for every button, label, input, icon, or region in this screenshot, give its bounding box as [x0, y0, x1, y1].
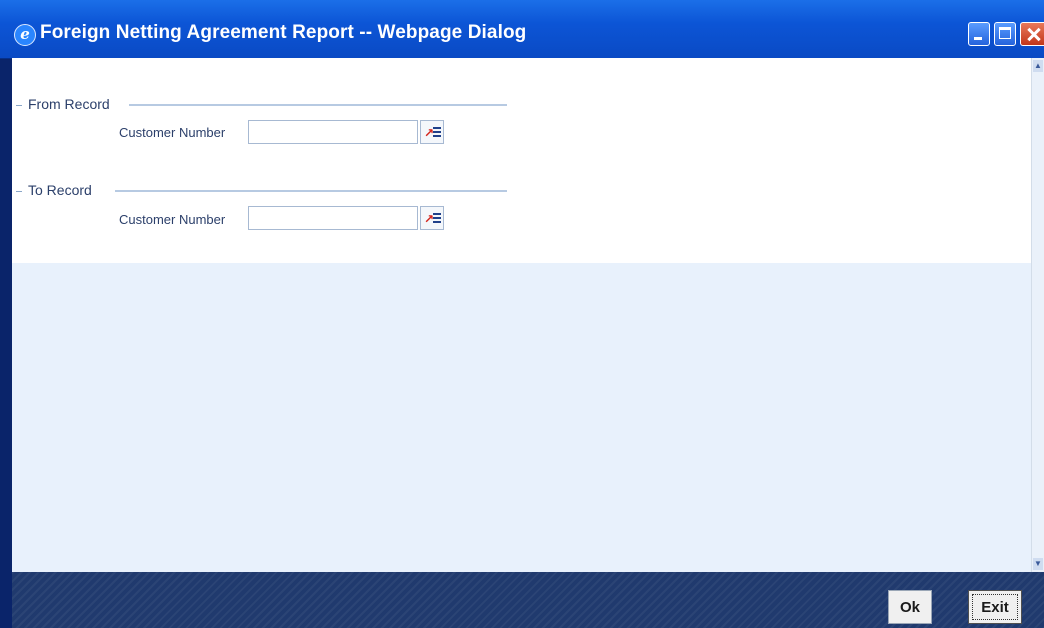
- exit-button[interactable]: Exit: [968, 590, 1022, 624]
- dialog-window: e Foreign Netting Agreement Report -- We…: [0, 0, 1044, 628]
- form-area: From Record Customer Number ↗ To Record …: [12, 58, 1032, 263]
- to-customer-number-input[interactable]: [248, 206, 418, 230]
- section-dash: [16, 105, 22, 106]
- to-customer-lov-button[interactable]: ↗: [420, 206, 444, 230]
- minimize-button[interactable]: [968, 22, 990, 46]
- from-record-title: From Record: [28, 96, 110, 112]
- section-dash: [16, 191, 22, 192]
- dialog-footer: Ok Exit: [12, 572, 1044, 628]
- scroll-down-icon[interactable]: ▼: [1033, 558, 1043, 570]
- close-button[interactable]: [1020, 22, 1044, 46]
- list-icon: [433, 213, 441, 224]
- to-customer-number-label: Customer Number: [119, 212, 226, 227]
- scroll-up-icon[interactable]: ▲: [1033, 60, 1043, 72]
- from-customer-number-label: Customer Number: [119, 125, 226, 140]
- dialog-content: From Record Customer Number ↗ To Record …: [12, 58, 1044, 572]
- vertical-scrollbar[interactable]: ▲ ▼: [1031, 58, 1044, 572]
- list-icon: [433, 127, 441, 138]
- ie-icon: e: [14, 24, 36, 46]
- ok-button[interactable]: Ok: [888, 590, 932, 624]
- to-record-section: To Record: [12, 182, 507, 202]
- from-customer-number-input[interactable]: [248, 120, 418, 144]
- section-divider: [115, 190, 507, 192]
- from-customer-lov-button[interactable]: ↗: [420, 120, 444, 144]
- from-record-section: From Record: [12, 96, 507, 116]
- section-divider: [129, 104, 507, 106]
- maximize-button[interactable]: [994, 22, 1016, 46]
- window-title: Foreign Netting Agreement Report -- Webp…: [40, 22, 527, 43]
- title-bar[interactable]: e Foreign Netting Agreement Report -- We…: [0, 0, 1044, 59]
- to-record-title: To Record: [28, 182, 92, 198]
